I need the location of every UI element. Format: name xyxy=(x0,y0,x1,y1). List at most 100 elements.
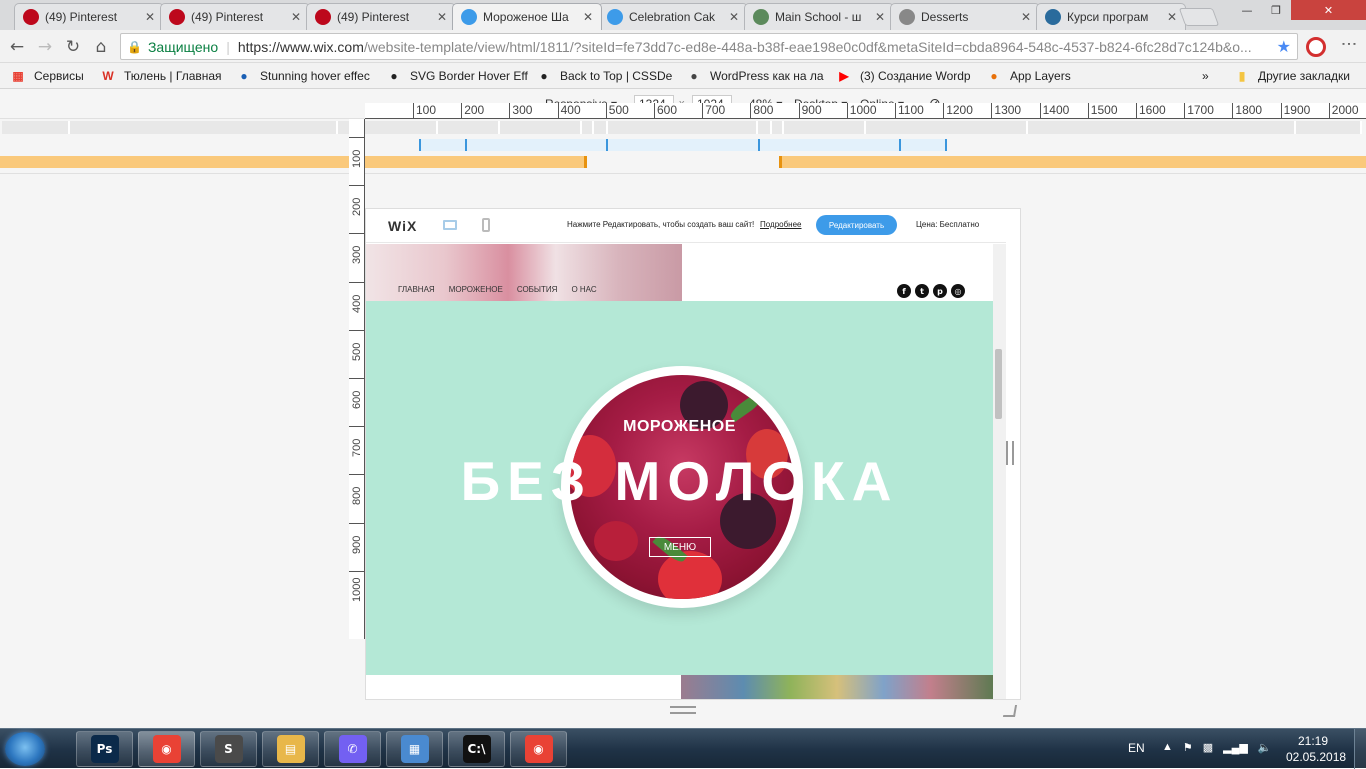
close-tab-icon[interactable]: ✕ xyxy=(1167,10,1179,24)
browser-tab[interactable]: (49) Pinterest ✕ xyxy=(306,3,456,30)
tray-expand-icon[interactable]: ▲ xyxy=(1162,741,1173,754)
start-button[interactable] xyxy=(5,732,45,766)
close-tab-icon[interactable]: ✕ xyxy=(291,10,303,24)
address-bar[interactable]: 🔒 Защищено | https://www.wix.com/website… xyxy=(120,33,1298,60)
bookmark-item[interactable]: W Тюлень | Главная xyxy=(100,63,230,88)
opera-extension-icon[interactable] xyxy=(1306,37,1326,57)
taskbar-app-chrome[interactable]: ◉ xyxy=(138,731,195,767)
mq-max-width-bar[interactable] xyxy=(0,156,587,168)
preview-scrollbar[interactable] xyxy=(993,244,1006,699)
resize-handle-bottom[interactable] xyxy=(670,706,696,714)
taskbar-app-chrome-2[interactable]: ◉ xyxy=(510,731,567,767)
desktop-view-icon[interactable] xyxy=(443,220,457,230)
bookmark-item[interactable]: ● App Layers xyxy=(986,63,1096,88)
maximize-button[interactable]: ❐ xyxy=(1262,0,1290,20)
close-tab-icon[interactable]: ✕ xyxy=(875,10,887,24)
windows-taskbar: Ps ◉ S ▤ ✆ ▦ C:\ ◉ EN ▲ ⚑ ▩ ▂▄▆ 🔈 21:19 02.05.2… xyxy=(0,728,1366,769)
mq-bar[interactable] xyxy=(1028,121,1296,134)
mq-bar[interactable] xyxy=(594,121,608,134)
bookmark-item[interactable]: ▶ (3) Создание Wordp xyxy=(836,63,982,88)
cmd-icon: C:\ xyxy=(462,735,491,763)
browser-tab[interactable]: Курси програм ✕ xyxy=(1036,3,1186,30)
more-link[interactable]: Подробнее xyxy=(760,220,802,229)
bookmarks-more-button[interactable]: » xyxy=(1202,63,1216,88)
browser-tab[interactable]: Мороженое Ша ✕ xyxy=(452,3,602,30)
menu-button[interactable]: МЕНЮ xyxy=(649,537,711,557)
codepen-icon: ● xyxy=(390,68,398,83)
mq-bar[interactable] xyxy=(500,121,582,134)
browser-tab[interactable]: Celebration Cak ✕ xyxy=(598,3,748,30)
other-bookmarks[interactable]: ▮ Другие закладки xyxy=(1234,63,1364,88)
mq-bar[interactable] xyxy=(784,121,866,134)
mq-min-width-bar[interactable] xyxy=(779,156,1366,168)
ruler-label-text: 400 xyxy=(351,294,363,313)
bookmark-item[interactable]: ▦ Сервисы xyxy=(10,63,90,88)
bookmark-star-icon[interactable]: ★ xyxy=(1277,37,1291,57)
taskbar-app-viber[interactable]: ✆ xyxy=(324,731,381,767)
forward-button[interactable]: → xyxy=(32,34,58,60)
taskbar-app-sublime[interactable]: S xyxy=(200,731,257,767)
new-tab-button[interactable] xyxy=(1178,8,1220,26)
mq-min-max-bar[interactable] xyxy=(420,139,947,151)
nav-item-icecream[interactable]: МОРОЖЕНОЕ xyxy=(449,285,503,294)
hero-subtitle: МОРОЖЕНОЕ xyxy=(623,418,736,435)
bookmark-label: Back to Top | CSSDe xyxy=(560,68,673,83)
browser-tab[interactable]: Main School - ш ✕ xyxy=(744,3,894,30)
back-button[interactable]: ← xyxy=(4,34,30,60)
nav-item-events[interactable]: СОБЫТИЯ xyxy=(517,285,558,294)
show-desktop-button[interactable] xyxy=(1354,729,1366,769)
mobile-view-icon[interactable] xyxy=(482,218,490,232)
mq-bar[interactable] xyxy=(758,121,772,134)
pinterest-icon[interactable]: p xyxy=(933,284,947,298)
resize-handle-right[interactable] xyxy=(1006,441,1014,465)
taskbar-app-explorer[interactable]: ▤ xyxy=(262,731,319,767)
browser-tab[interactable]: Desserts ✕ xyxy=(890,3,1040,30)
home-button[interactable]: ⌂ xyxy=(88,34,114,60)
mq-bar[interactable] xyxy=(772,121,784,134)
signal-icon[interactable]: ▂▄▆ xyxy=(1223,741,1248,754)
battery-icon[interactable]: ▩ xyxy=(1203,741,1213,754)
nav-item-home[interactable]: ГЛАВНАЯ xyxy=(398,285,435,294)
instagram-icon[interactable]: ◎ xyxy=(951,284,965,298)
mq-bar[interactable] xyxy=(866,121,1028,134)
clock-date[interactable]: 02.05.2018 xyxy=(1286,750,1346,764)
mq-bar[interactable] xyxy=(70,121,338,134)
close-tab-icon[interactable]: ✕ xyxy=(583,10,595,24)
browser-tab[interactable]: (49) Pinterest ✕ xyxy=(160,3,310,30)
resize-handle-corner[interactable] xyxy=(1002,705,1018,717)
taskbar-app-cmd[interactable]: C:\ xyxy=(448,731,505,767)
bookmark-item[interactable]: ● Stunning hover effec xyxy=(236,63,382,88)
bookmark-item[interactable]: ● WordPress как на ла xyxy=(686,63,832,88)
lock-icon: 🔒 xyxy=(127,39,142,54)
wix-logo[interactable]: WiX xyxy=(388,218,417,234)
pinterest-icon xyxy=(315,9,331,25)
close-tab-icon[interactable]: ✕ xyxy=(437,10,449,24)
nav-item-about[interactable]: О НАС xyxy=(571,285,596,294)
close-window-button[interactable]: ✕ xyxy=(1291,0,1366,20)
minimize-button[interactable]: — xyxy=(1233,0,1261,20)
mq-bar[interactable] xyxy=(438,121,500,134)
close-tab-icon[interactable]: ✕ xyxy=(1021,10,1033,24)
scrollbar-thumb[interactable] xyxy=(995,349,1002,419)
bookmark-item[interactable]: ● Back to Top | CSSDe xyxy=(536,63,682,88)
volume-icon[interactable]: 🔈 xyxy=(1258,741,1272,754)
mq-bar[interactable] xyxy=(2,121,70,134)
taskbar-app-photoshop[interactable]: Ps xyxy=(76,731,133,767)
mq-bar[interactable] xyxy=(608,121,758,134)
menu-icon[interactable]: ⋮ xyxy=(1340,36,1359,51)
mq-bar[interactable] xyxy=(1296,121,1362,134)
browser-tab[interactable]: (49) Pinterest ✕ xyxy=(14,3,164,30)
network-error-icon[interactable]: ⚑ xyxy=(1183,741,1193,754)
clock-time[interactable]: 21:19 xyxy=(1298,734,1328,748)
language-indicator[interactable]: EN xyxy=(1128,741,1145,755)
reload-button[interactable]: ↻ xyxy=(60,34,86,60)
twitter-icon[interactable]: t xyxy=(915,284,929,298)
mq-bar[interactable] xyxy=(582,121,594,134)
chrome-icon: ◉ xyxy=(152,735,181,763)
taskbar-app-control-panel[interactable]: ▦ xyxy=(386,731,443,767)
bookmark-item[interactable]: ● SVG Border Hover Eff xyxy=(386,63,532,88)
close-tab-icon[interactable]: ✕ xyxy=(729,10,741,24)
facebook-icon[interactable]: f xyxy=(897,284,911,298)
edit-button[interactable]: Редактировать xyxy=(816,215,897,235)
close-tab-icon[interactable]: ✕ xyxy=(145,10,157,24)
